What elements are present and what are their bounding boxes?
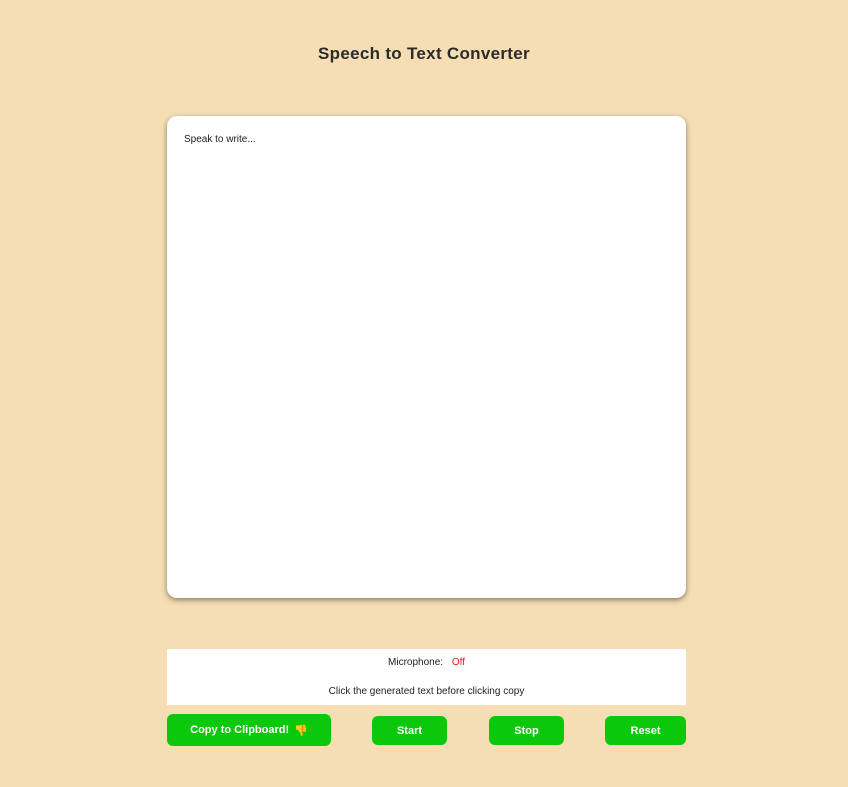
copy-to-clipboard-button[interactable]: Copy to Clipboard! 👎 (167, 714, 331, 746)
copy-button-label: Copy to Clipboard! (190, 724, 290, 736)
start-button-label: Start (396, 724, 423, 737)
microphone-label: Microphone: (388, 657, 444, 668)
copy-hint: Click the generated text before clicking… (328, 686, 525, 697)
microphone-status: Microphone: Off (167, 657, 686, 668)
microphone-state: Off (451, 657, 465, 668)
transcript-textarea[interactable]: Speak to write... (167, 116, 686, 598)
status-panel: Microphone: Off Click the generated text… (167, 649, 686, 705)
stop-button-label: Stop (514, 724, 539, 737)
page-title: Speech to Text Converter (318, 44, 530, 63)
thumbs-down-icon: 👎 (294, 724, 308, 737)
transcript-placeholder: Speak to write... (184, 134, 256, 145)
reset-button[interactable]: Reset (605, 716, 686, 745)
start-button[interactable]: Start (372, 716, 447, 745)
reset-button-label: Reset (630, 724, 661, 737)
stop-button[interactable]: Stop (489, 716, 564, 745)
